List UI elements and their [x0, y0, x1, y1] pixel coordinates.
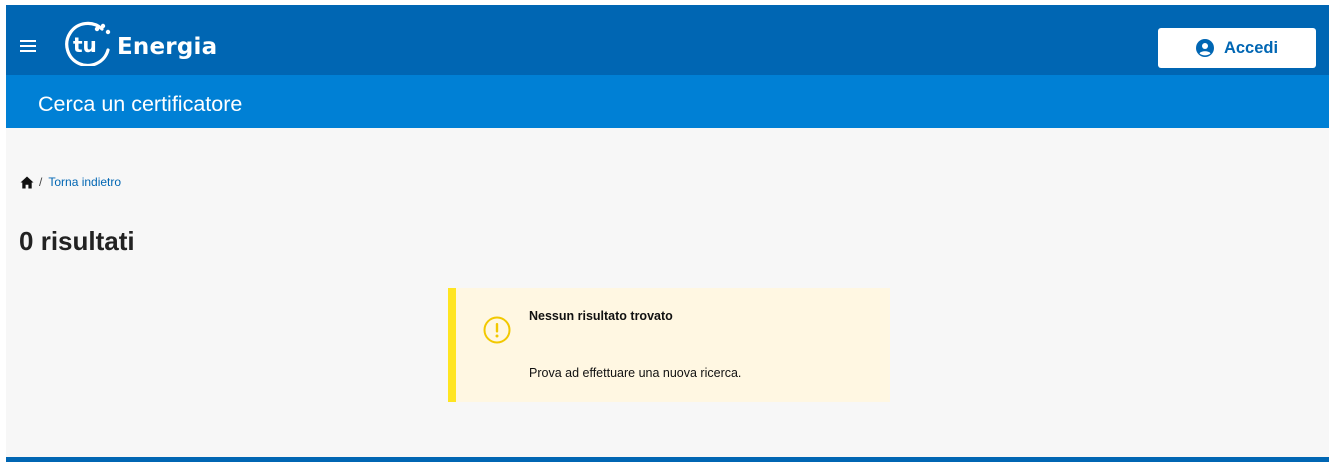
page-title: Cerca un certificatore: [38, 92, 243, 116]
logo-text: tu: [73, 33, 97, 57]
login-button[interactable]: Accedi: [1158, 28, 1316, 68]
alert-message: Prova ad effettuare una nuova ricerca.: [529, 366, 742, 380]
results-count: 0 risultati: [19, 226, 135, 257]
logo[interactable]: tu: [56, 20, 114, 66]
results-label: risultati: [40, 226, 135, 256]
breadcrumb-separator: /: [39, 175, 43, 189]
page: tu Energia Accedi Cerca un certificatore…: [6, 5, 1329, 462]
warning-circle-icon: [483, 316, 511, 344]
brand-name[interactable]: Energia: [117, 34, 217, 60]
home-icon[interactable]: [20, 176, 34, 189]
top-navbar: tu Energia Accedi: [6, 5, 1329, 75]
no-results-alert: Nessun risultato trovato Prova ad effett…: [448, 288, 890, 402]
page-title-bar: Cerca un certificatore: [6, 75, 1329, 128]
back-link[interactable]: Torna indietro: [48, 175, 121, 189]
login-label: Accedi: [1223, 38, 1279, 57]
footer-bar: [6, 457, 1329, 462]
results-number: 0: [19, 226, 34, 256]
user-circle-icon: [1195, 39, 1214, 57]
breadcrumb: / Torna indietro: [20, 175, 121, 189]
alert-title: Nessun risultato trovato: [529, 309, 673, 323]
hamburger-menu-icon[interactable]: [20, 40, 36, 52]
